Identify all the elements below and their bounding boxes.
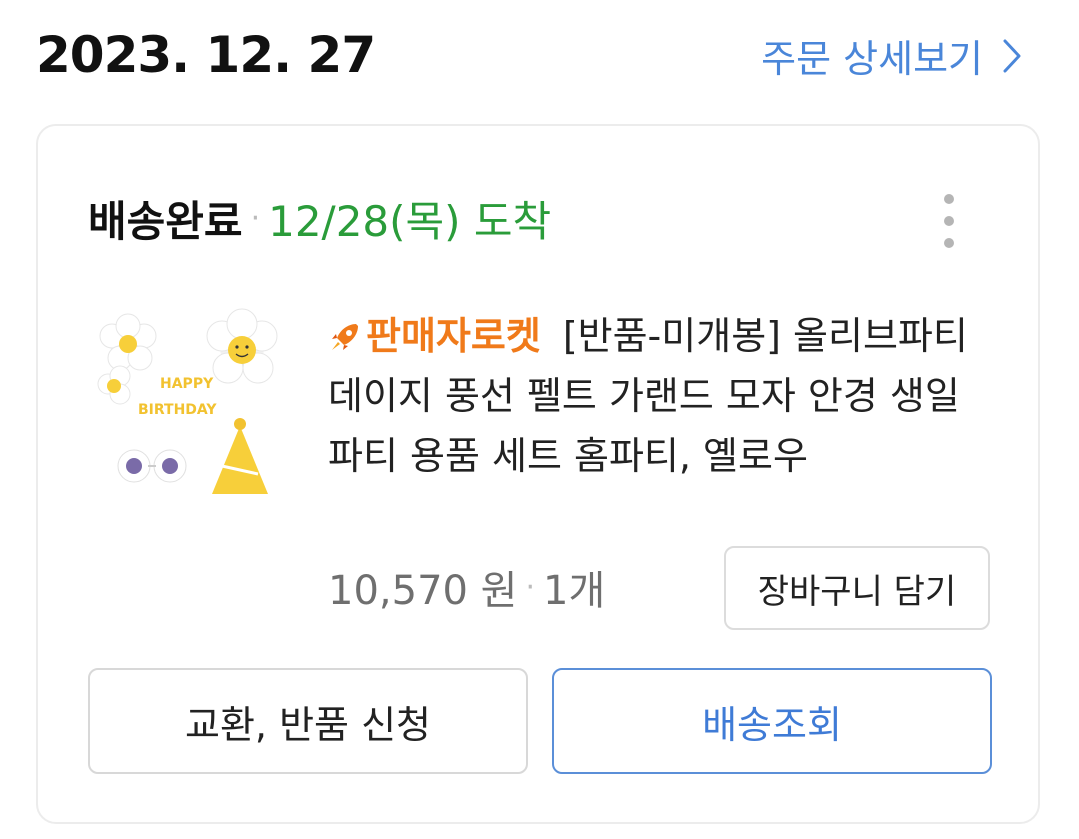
exchange-return-button[interactable]: 교환, 반품 신청	[88, 668, 528, 774]
product-title-block[interactable]: 판매자로켓 [반품-미개봉] 올리브파티 데이지 풍선 펠트 가랜드 모자 안경 …	[328, 306, 988, 486]
rocket-icon	[332, 324, 358, 350]
more-vertical-icon[interactable]	[940, 194, 958, 248]
track-delivery-button[interactable]: 배송조회	[552, 668, 992, 774]
seller-rocket-label: 판매자로켓	[366, 314, 541, 358]
product-thumbnail[interactable]: HAPPY BIRTHDAY	[90, 306, 290, 506]
delivery-status: 배송완료	[88, 197, 243, 246]
daisy-balloon-1	[99, 313, 157, 371]
separator-dot: ·	[250, 201, 261, 236]
product-price: 10,570 원	[328, 568, 518, 614]
order-detail-link[interactable]: 주문 상세보기	[761, 28, 1021, 83]
order-card: 배송완료 · 12/28(목) 도착 HAPPY BIRTHDAY 판매자로켓 …	[36, 124, 1040, 824]
thumb-text-happy: HAPPY	[160, 376, 214, 392]
separator-dot: ·	[525, 569, 536, 605]
party-hat	[212, 418, 268, 494]
seller-rocket-badge: 판매자로켓	[328, 314, 541, 358]
chevron-right-icon	[1003, 39, 1021, 72]
delivery-status-row: 배송완료 · 12/28(목) 도착	[88, 188, 551, 249]
order-date: 2023. 12. 27	[36, 26, 376, 84]
price-row: 10,570 원 · 1개	[328, 558, 605, 616]
order-detail-label: 주문 상세보기	[761, 37, 983, 81]
daisy-glasses	[117, 449, 187, 483]
arrival-date: 12/28(목) 도착	[268, 197, 552, 246]
product-quantity: 1개	[543, 568, 606, 614]
add-to-cart-button[interactable]: 장바구니 담기	[724, 546, 990, 630]
daisy-balloon-3	[97, 365, 131, 405]
daisy-balloon-2	[206, 308, 278, 384]
thumb-text-birthday: BIRTHDAY	[138, 402, 217, 418]
